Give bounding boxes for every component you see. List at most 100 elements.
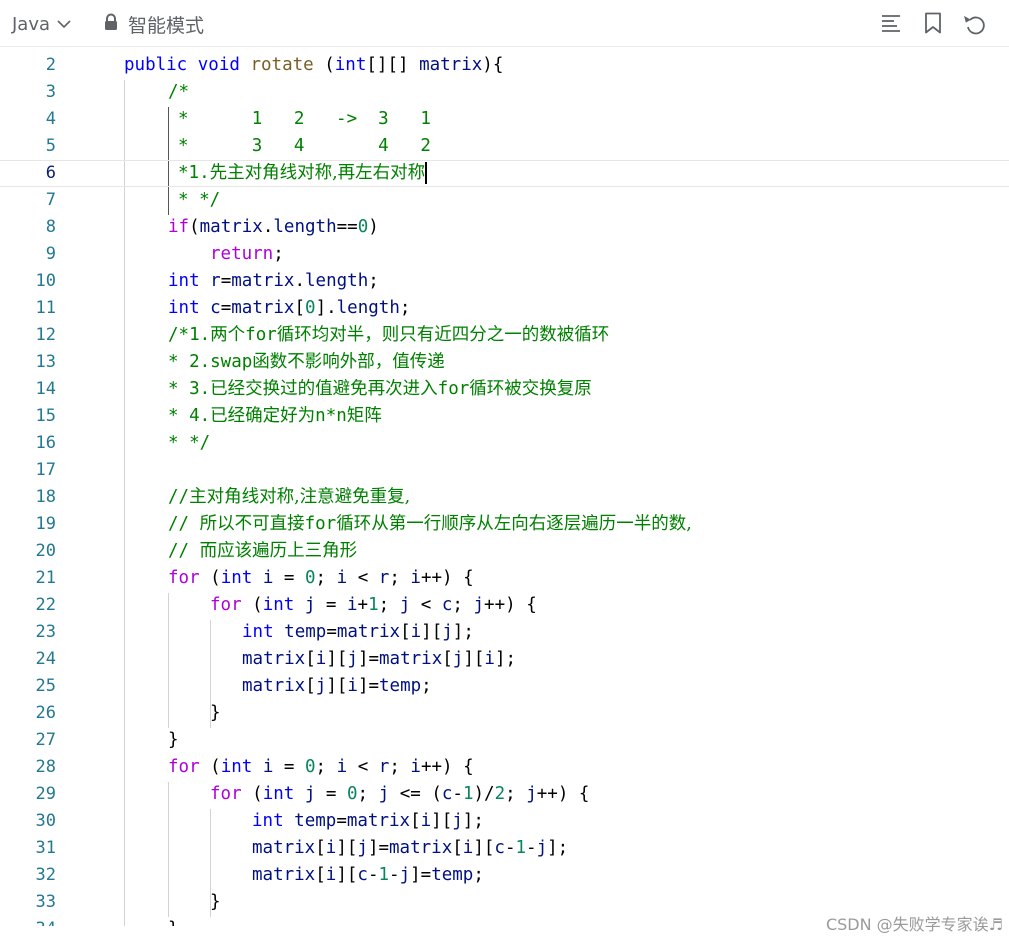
code-text: * 2.swap函数不影响外部，值传递	[168, 352, 445, 372]
code-line: 23 int temp=matrix[i][j];	[0, 619, 1009, 646]
line-number: 26	[35, 703, 56, 723]
code-line: 4 * 1 2 -> 3 1	[0, 106, 1009, 133]
line-number: 12	[35, 325, 56, 345]
code-text: * 4.已经确定好为n*n矩阵	[168, 406, 382, 426]
code-line: 9 return;	[0, 241, 1009, 268]
line-number: 13	[35, 352, 56, 372]
line-number: 29	[35, 784, 56, 804]
code-text: matrix[i][j]=matrix[i][c-1-j];	[252, 838, 569, 858]
line-number: 17	[35, 460, 56, 480]
code-editor[interactable]: 2 public void rotate (int[][] matrix){ 3…	[0, 46, 1009, 926]
line-number: 19	[35, 514, 56, 534]
line-number: 8	[45, 217, 56, 237]
code-text: /*1.两个for循环均对半，则只有近四分之一的数被循环	[168, 325, 610, 345]
code-line: 15 * 4.已经确定好为n*n矩阵	[0, 403, 1009, 430]
chevron-down-icon	[56, 16, 72, 32]
code-text: * */	[178, 190, 221, 210]
watermark: CSDN @失败学专家诶♬	[825, 915, 1003, 934]
code-line: 10 int r=matrix.length;	[0, 268, 1009, 295]
code-text: matrix[i][c-1-j]=temp;	[252, 865, 484, 885]
code-line: 16 * */	[0, 430, 1009, 457]
code-text: return;	[210, 244, 284, 264]
line-number: 16	[35, 433, 56, 453]
line-number: 14	[35, 379, 56, 399]
line-number: 34	[0, 916, 56, 926]
code-line: 20 // 而应该遍历上三角形	[0, 538, 1009, 565]
code-line: 11 int c=matrix[0].length;	[0, 295, 1009, 322]
code-text: matrix[j][i]=temp;	[242, 676, 432, 696]
editor-toolbar: Java 智能模式	[0, 0, 1009, 47]
line-number: 10	[35, 271, 56, 291]
code-line: 25 matrix[j][i]=temp;	[0, 673, 1009, 700]
code-text: * 1 2 -> 3 1	[178, 109, 431, 129]
language-selector[interactable]: Java	[12, 10, 72, 38]
code-text: for (int i = 0; i < r; i++) {	[168, 568, 474, 588]
code-line: 8 if(matrix.length==0)	[0, 214, 1009, 241]
code-text: * */	[168, 433, 211, 453]
code-text: matrix[i][j]=matrix[j][i];	[242, 649, 517, 669]
code-line: 28 for (int i = 0; i < r; i++) {	[0, 754, 1009, 781]
line-number: 24	[35, 649, 56, 669]
line-number: 3	[45, 82, 56, 102]
line-number: 25	[35, 676, 56, 696]
line-number: 15	[35, 406, 56, 426]
code-text: for (int i = 0; i < r; i++) {	[168, 757, 474, 777]
code-line-current: 6 *1.先主对角线对称,再左右对称	[0, 160, 1009, 187]
code-line: 29 for (int j = 0; j <= (c-1)/2; j++) {	[0, 781, 1009, 808]
code-line: 17	[0, 457, 1009, 484]
code-line: 24 matrix[i][j]=matrix[j][i];	[0, 646, 1009, 673]
code-line: 2 public void rotate (int[][] matrix){	[0, 52, 1009, 79]
code-line: 19 // 所以不可直接for循环从第一行顺序从左向右逐层遍历一半的数,	[0, 511, 1009, 538]
code-line: 14 * 3.已经交换过的值避免再次进入for循环被交换复原	[0, 376, 1009, 403]
code-text: //主对角线对称,注意避免重复,	[168, 487, 411, 507]
code-text: public void rotate (int[][] matrix){	[124, 55, 504, 75]
code-text: for (int j = i+1; j < c; j++) {	[210, 595, 537, 615]
lock-icon	[104, 13, 118, 36]
smart-mode-toggle[interactable]: 智能模式	[104, 10, 204, 38]
code-text: }	[210, 892, 221, 912]
code-line: 31 matrix[i][j]=matrix[i][c-1-j];	[0, 835, 1009, 862]
line-number: 18	[35, 487, 56, 507]
mode-label: 智能模式	[128, 14, 205, 37]
code-line: 26 }	[0, 700, 1009, 727]
code-line: 3 /*	[0, 79, 1009, 106]
code-text: }	[210, 703, 221, 723]
line-number: 22	[35, 595, 56, 615]
line-number: 28	[35, 757, 56, 777]
code-text: for (int j = 0; j <= (c-1)/2; j++) {	[210, 784, 590, 804]
language-label: Java	[12, 13, 51, 35]
code-text: // 而应该遍历上三角形	[168, 541, 358, 561]
code-text: int temp=matrix[i][j];	[252, 811, 484, 831]
line-number: 7	[45, 190, 56, 210]
line-number: 21	[35, 568, 56, 588]
line-number: 4	[45, 109, 56, 129]
code-line: 30 int temp=matrix[i][j];	[0, 808, 1009, 835]
line-number: 11	[35, 298, 56, 318]
code-text: // 所以不可直接for循环从第一行顺序从左向右逐层遍历一半的数,	[168, 514, 692, 534]
code-line: 21 for (int i = 0; i < r; i++) {	[0, 565, 1009, 592]
line-number: 5	[45, 136, 56, 156]
code-line: 18 //主对角线对称,注意避免重复,	[0, 484, 1009, 511]
code-text: * 3.已经交换过的值避免再次进入for循环被交换复原	[168, 379, 592, 399]
bookmark-icon[interactable]	[921, 11, 945, 35]
line-number: 30	[35, 811, 56, 831]
code-text: /*	[168, 82, 190, 102]
code-text: if(matrix.length==0)	[168, 217, 379, 237]
line-number: 32	[35, 865, 56, 885]
code-line: 5 * 3 4 4 2	[0, 133, 1009, 160]
code-text: int temp=matrix[i][j];	[242, 622, 474, 642]
line-number: 31	[35, 838, 56, 858]
line-number: 33	[35, 892, 56, 912]
line-number: 6	[45, 163, 56, 183]
text-cursor	[425, 162, 428, 184]
code-text: int r=matrix.length;	[168, 271, 379, 291]
code-line: 13 * 2.swap函数不影响外部，值传递	[0, 349, 1009, 376]
undo-icon[interactable]	[963, 11, 987, 35]
code-text: }	[168, 730, 179, 750]
line-number: 23	[35, 622, 56, 642]
code-text: * 3 4 4 2	[178, 136, 431, 156]
code-text: int c=matrix[0].length;	[168, 298, 411, 318]
format-icon[interactable]	[879, 11, 903, 35]
code-line: 22 for (int j = i+1; j < c; j++) {	[0, 592, 1009, 619]
code-line: 7 * */	[0, 187, 1009, 214]
